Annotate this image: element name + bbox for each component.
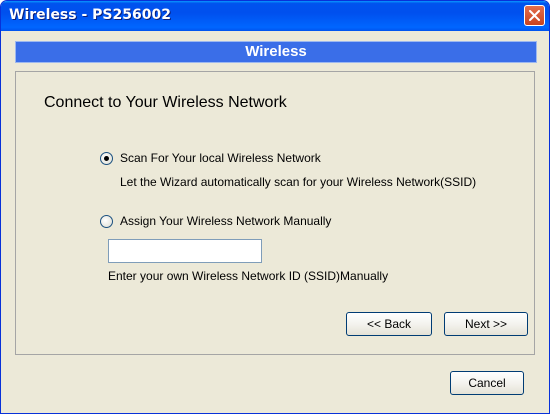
cancel-button[interactable]: Cancel [450, 371, 524, 395]
wizard-window: Wireless - PS256002 Wireless Connect to … [0, 0, 550, 414]
wizard-panel: Connect to Your Wireless Network Scan Fo… [15, 71, 535, 355]
scan-option-label[interactable]: Scan For Your local Wireless Network [120, 151, 321, 165]
section-banner: Wireless [15, 41, 537, 63]
window-title: Wireless - PS256002 [9, 7, 171, 23]
next-button[interactable]: Next >> [444, 312, 528, 336]
close-icon [529, 10, 540, 21]
manual-option-label[interactable]: Assign Your Wireless Network Manually [120, 214, 331, 228]
scan-radio[interactable] [100, 152, 113, 165]
scan-option-description: Let the Wizard automatically scan for yo… [120, 175, 477, 189]
panel-heading: Connect to Your Wireless Network [44, 94, 287, 111]
ssid-input[interactable] [108, 239, 262, 263]
manual-radio[interactable] [100, 215, 113, 228]
back-button[interactable]: << Back [346, 312, 432, 336]
manual-option-description: Enter your own Wireless Network ID (SSID… [108, 269, 389, 283]
dialog-body: Wireless Connect to Your Wireless Networ… [4, 31, 546, 411]
radio-selected-dot [104, 156, 109, 161]
title-bar[interactable]: Wireless - PS256002 [1, 1, 549, 31]
close-button[interactable] [524, 5, 545, 26]
